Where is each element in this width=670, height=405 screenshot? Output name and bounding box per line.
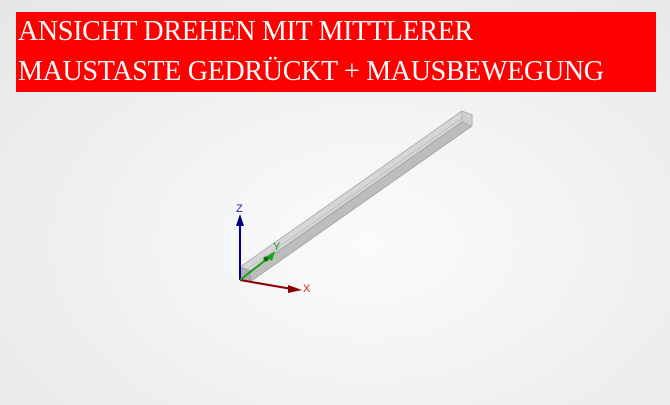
beam-model[interactable] <box>239 110 473 283</box>
x-axis-line <box>239 279 293 290</box>
y-axis-marker <box>263 256 269 262</box>
scene-canvas[interactable]: Z X Y <box>0 0 670 405</box>
axis-triad: Z X Y <box>236 203 311 295</box>
z-axis-label: Z <box>236 203 243 215</box>
y-axis-label: Y <box>273 241 281 253</box>
3d-viewport[interactable]: ANSICHT DREHEN MIT MITTLERER MAUSTASTE G… <box>0 0 670 405</box>
x-axis-arrowhead <box>288 285 302 293</box>
z-axis-arrowhead <box>236 214 244 226</box>
beam-side-face <box>249 114 473 283</box>
x-axis-label: X <box>303 283 311 295</box>
